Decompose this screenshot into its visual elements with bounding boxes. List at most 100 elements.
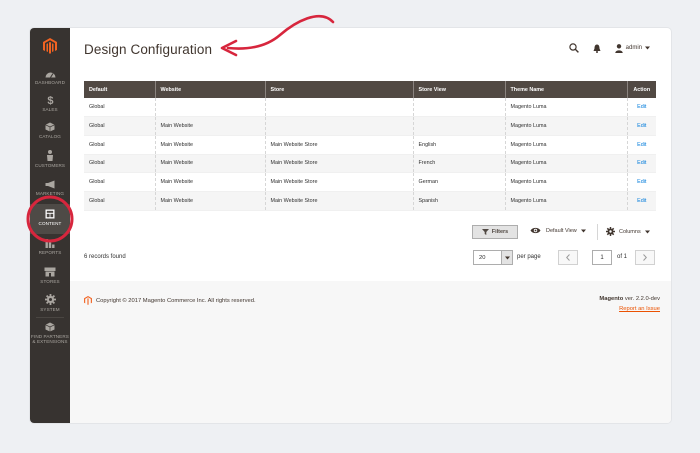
cell-store: Main Website Store — [265, 135, 414, 155]
version-text: ver. 2.2.0-dev — [623, 296, 660, 302]
cell-store-view: French — [413, 154, 506, 173]
cell-default: Global — [84, 98, 156, 117]
chevron-down-icon — [645, 46, 650, 50]
eye-icon — [530, 227, 541, 234]
sidebar-item-label: CUSTOMERS — [34, 163, 66, 168]
funnel-icon — [481, 229, 489, 235]
sidebar-item-system[interactable]: SYSTEM — [30, 294, 70, 312]
edit-link[interactable]: Edit — [637, 104, 646, 110]
cell-website: Main Website — [155, 116, 266, 136]
svg-text:$: $ — [47, 95, 53, 105]
column-header-website[interactable]: Website — [155, 81, 266, 98]
admin-menu[interactable]: admin — [614, 43, 650, 53]
sidebar-item-label: STORES — [40, 279, 60, 284]
cell-store-view: English — [413, 135, 506, 155]
table-row[interactable]: Global Main Website Magento Luma Edit — [84, 116, 656, 136]
person-icon — [47, 150, 53, 161]
next-page-button[interactable] — [635, 250, 655, 265]
admin-sidebar: DASHBOARD $ SALES CATALOG CUSTOMERS MARK… — [30, 28, 70, 423]
design-config-grid: Default Website Store Store View Theme N… — [84, 81, 656, 211]
cell-store-view — [413, 98, 506, 117]
copyright-text: Copyright © 2017 Magento Commerce Inc. A… — [96, 297, 256, 304]
cell-theme-name: Magento Luma — [505, 98, 628, 117]
table-row[interactable]: Global Main Website Main Website Store S… — [84, 191, 656, 211]
report-issue-link[interactable]: Report an Issue — [599, 306, 660, 312]
sidebar-item-partners[interactable]: FIND PARTNERS & EXTENSIONS — [30, 322, 70, 344]
column-header-store[interactable]: Store — [265, 81, 414, 98]
bell-icon — [593, 44, 601, 53]
cell-store: Main Website Store — [265, 172, 414, 192]
sidebar-item-label: DASHBOARD — [35, 80, 65, 85]
edit-link[interactable]: Edit — [637, 123, 646, 129]
cell-store-view: Spanish — [413, 191, 506, 211]
per-page-value: 20 — [479, 254, 486, 261]
sidebar-item-label: SALES — [42, 107, 58, 112]
cell-default: Global — [84, 116, 156, 136]
sidebar-item-label: CATALOG — [39, 134, 61, 139]
sidebar-item-label: SYSTEM — [40, 307, 60, 312]
cell-theme-name: Magento Luma — [505, 116, 628, 136]
cell-website: Main Website — [155, 135, 266, 155]
table-row[interactable]: Global Main Website Main Website Store G… — [84, 172, 656, 192]
magento-logo-icon — [43, 38, 57, 54]
sidebar-item-reports[interactable]: REPORTS — [30, 238, 70, 255]
page-count-label: of 1 — [617, 254, 628, 260]
chevron-down-icon — [644, 230, 650, 233]
sidebar-item-label: & EXTENSIONS — [32, 339, 68, 344]
cell-store-view — [413, 116, 506, 136]
default-view-dropdown[interactable]: Default View — [530, 227, 586, 234]
sidebar-item-stores[interactable]: STORES — [30, 267, 70, 284]
cell-theme-name: Magento Luma — [505, 191, 628, 211]
chevron-down-icon — [504, 256, 510, 259]
cell-store — [265, 116, 414, 136]
page-number-input[interactable]: 1 — [592, 250, 612, 265]
sidebar-item-dashboard[interactable]: DASHBOARD — [30, 70, 70, 85]
cell-website: Main Website — [155, 191, 266, 211]
page-footer: Copyright © 2017 Magento Commerce Inc. A… — [70, 281, 671, 423]
chevron-left-icon — [566, 254, 570, 261]
cell-default: Global — [84, 154, 156, 173]
gear-icon — [606, 227, 615, 236]
filters-label: Filters — [491, 229, 509, 235]
table-row[interactable]: Global Main Website Main Website Store F… — [84, 154, 656, 173]
column-header-action: Action — [627, 81, 656, 98]
edit-link[interactable]: Edit — [637, 160, 646, 166]
column-header-theme-name[interactable]: Theme Name — [505, 81, 628, 98]
cell-theme-name: Magento Luma — [505, 172, 628, 192]
store-icon — [44, 267, 56, 277]
notifications-button[interactable] — [593, 44, 601, 53]
search-button[interactable] — [568, 43, 579, 53]
sidebar-item-sales[interactable]: $ SALES — [30, 94, 70, 112]
sidebar-item-marketing[interactable]: MARKETING — [30, 180, 70, 196]
sidebar-item-label: CONTENT — [38, 221, 62, 226]
edit-link[interactable]: Edit — [637, 179, 646, 185]
per-page-select[interactable]: 20 — [473, 250, 513, 265]
table-row[interactable]: Global Magento Luma Edit — [84, 98, 656, 117]
sidebar-item-customers[interactable]: CUSTOMERS — [30, 150, 70, 168]
edit-link[interactable]: Edit — [637, 198, 646, 204]
previous-page-button[interactable] — [558, 250, 578, 265]
sidebar-divider — [36, 317, 64, 318]
per-page-toggle[interactable] — [501, 251, 512, 264]
table-row[interactable]: Global Main Website Main Website Store E… — [84, 135, 656, 155]
brand-name: Magento — [599, 296, 624, 302]
columns-label: Columns — [619, 228, 641, 235]
column-header-store-view[interactable]: Store View — [413, 81, 506, 98]
per-page-label: per page — [517, 254, 541, 260]
grid-header-row: Default Website Store Store View Theme N… — [84, 81, 656, 98]
filters-button[interactable]: Filters — [472, 225, 518, 239]
megaphone-icon — [45, 180, 54, 189]
columns-dropdown[interactable]: Columns — [606, 227, 650, 236]
dollar-icon: $ — [47, 95, 53, 105]
gear-icon — [44, 294, 56, 305]
page-title: Design Configuration — [84, 42, 213, 57]
sidebar-item-content[interactable]: CONTENT — [30, 204, 70, 234]
magento-logo[interactable] — [30, 28, 70, 64]
edit-link[interactable]: Edit — [637, 142, 646, 148]
version-block: Magento ver. 2.2.0-dev Report an Issue — [599, 296, 660, 312]
sidebar-item-label: REPORTS — [38, 250, 62, 255]
sidebar-item-catalog[interactable]: CATALOG — [30, 122, 70, 139]
sidebar-item-label: MARKETING — [35, 191, 65, 196]
chevron-down-icon — [580, 229, 586, 232]
column-header-default[interactable]: Default — [84, 81, 156, 98]
